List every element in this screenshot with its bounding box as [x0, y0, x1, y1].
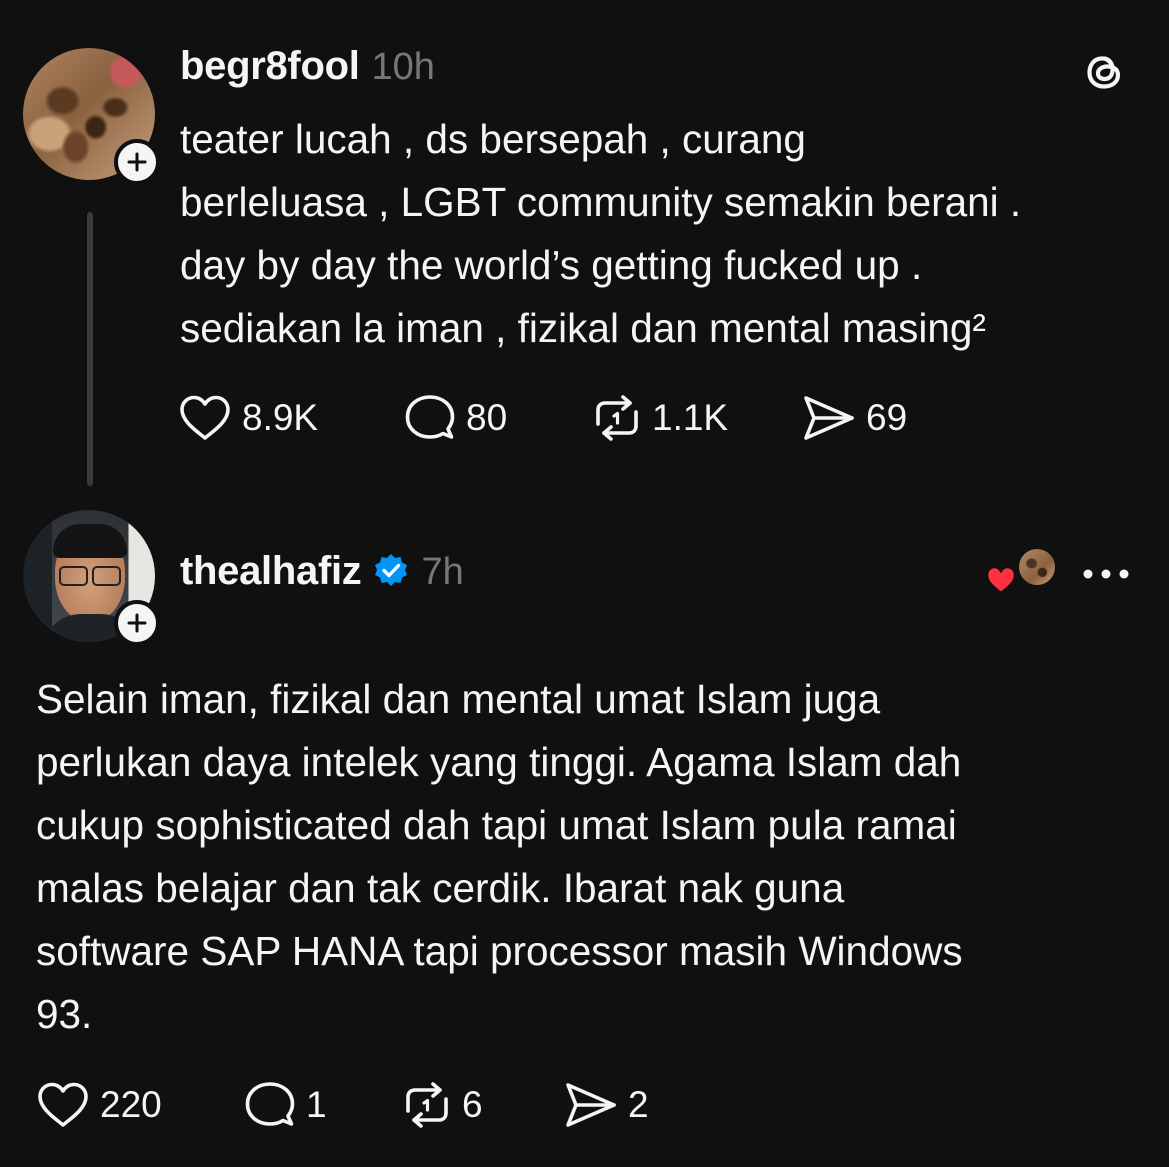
repost-button[interactable]: 6 [402, 1079, 483, 1131]
timestamp[interactable]: 7h [421, 551, 463, 594]
repost-count: 6 [462, 1084, 483, 1125]
liker-avatar [1016, 546, 1058, 588]
reply-button[interactable]: 1 [244, 1079, 327, 1131]
post-text-line: malas belajar dan tak cerdik. Ibarat nak… [36, 865, 845, 911]
send-icon [804, 396, 854, 440]
share-button[interactable]: 69 [802, 392, 907, 444]
heart-icon [180, 395, 230, 440]
repost-icon [406, 1082, 448, 1128]
reply-button[interactable]: 80 [404, 392, 507, 444]
avatar-glasses [59, 566, 121, 586]
follow-button[interactable] [114, 600, 160, 646]
post-text-line: cukup sophisticated dah tapi umat Islam … [36, 802, 957, 848]
speech-bubble-icon [245, 1082, 295, 1126]
post-text-line: software SAP HANA tapi processor masih W… [36, 928, 963, 974]
post-header: begr8fool 10h [180, 44, 435, 89]
post-text: Selain iman, fizikal dan mental umat Isl… [36, 668, 963, 1046]
post-text-line: 93. [36, 991, 93, 1037]
share-button[interactable]: 2 [564, 1079, 649, 1131]
post-text-line: teater lucah , ds bersepah , curang [180, 116, 806, 162]
share-count: 69 [866, 397, 908, 438]
like-count: 220 [100, 1084, 162, 1125]
share-count: 2 [628, 1084, 649, 1125]
like-count: 8.9K [242, 397, 319, 438]
repost-icon [596, 395, 638, 441]
repost-count: 1.1K [652, 397, 729, 438]
post-text: teater lucah , ds bersepah , curang berl… [180, 108, 1021, 360]
verified-badge-icon [373, 552, 409, 593]
username[interactable]: thealhafiz [180, 549, 362, 594]
post-text-line: Selain iman, fizikal dan mental umat Isl… [36, 676, 881, 722]
threads-logo-icon [1082, 49, 1128, 100]
reply-count: 80 [466, 397, 508, 438]
post-text-line: berleluasa , LGBT community semakin bera… [180, 179, 1022, 225]
thread-connector-line [87, 212, 93, 486]
post-text-line: perlukan daya intelek yang tinggi. Agama… [36, 739, 962, 785]
send-icon [566, 1083, 616, 1127]
liked-by-author-indicator [984, 546, 1058, 602]
heart-icon [38, 1082, 88, 1127]
timestamp[interactable]: 10h [372, 46, 435, 89]
more-options-icon[interactable] [1082, 567, 1130, 585]
plus-icon [127, 152, 147, 172]
heart-icon [985, 565, 1017, 595]
post-header: thealhafiz 7h [180, 548, 464, 594]
post-text-line: sediakan la iman , fizikal dan mental ma… [180, 305, 986, 351]
speech-bubble-icon [405, 395, 455, 439]
follow-button[interactable] [114, 139, 160, 185]
avatar-hair [53, 524, 127, 558]
username[interactable]: begr8fool [180, 44, 360, 89]
post-text-line: day by day the world’s getting fucked up… [180, 242, 923, 288]
repost-button[interactable]: 1.1K [592, 392, 728, 444]
like-button[interactable]: 8.9K [178, 392, 318, 444]
like-button[interactable]: 220 [36, 1079, 162, 1131]
reply-count: 1 [306, 1084, 327, 1125]
plus-icon [127, 613, 147, 633]
